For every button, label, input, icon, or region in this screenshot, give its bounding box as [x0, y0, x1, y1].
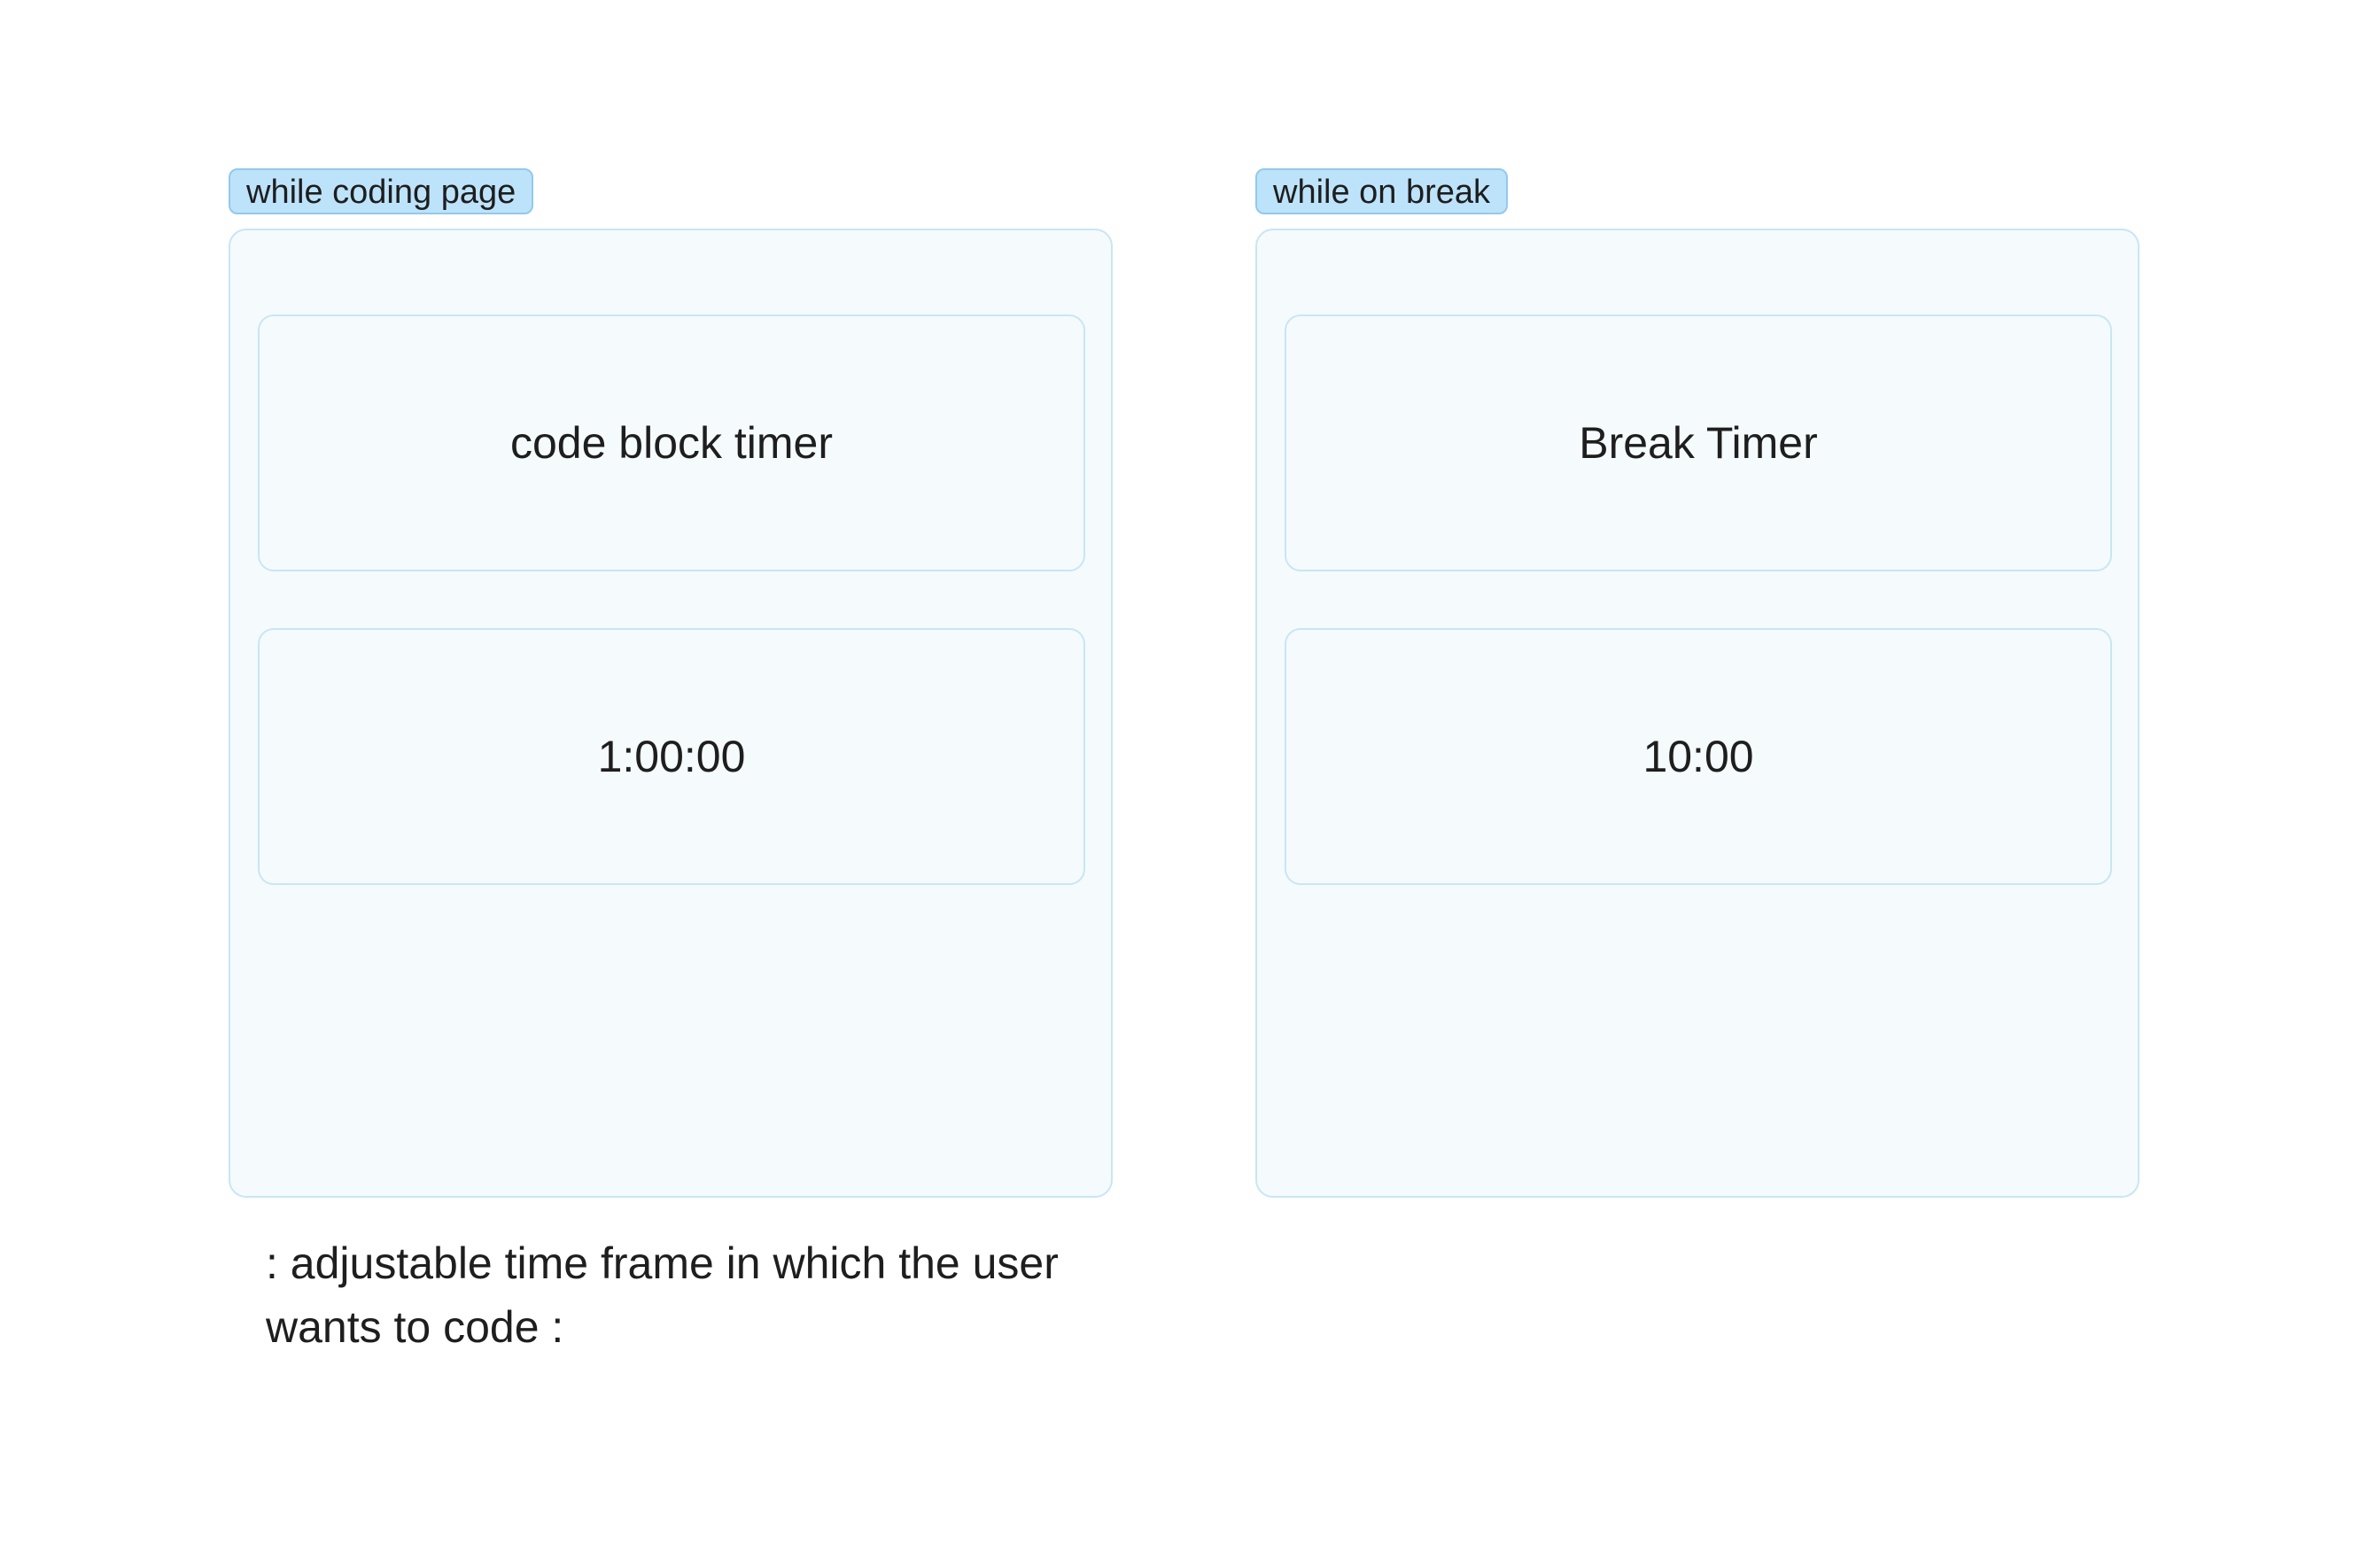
- code-block-timer-title: code block timer: [258, 314, 1085, 571]
- coding-frame-tag[interactable]: while coding page: [229, 168, 534, 214]
- coding-page-frame: code block timer 1:00:00: [229, 229, 1113, 1198]
- break-timer-title: Break Timer: [1285, 314, 2112, 571]
- timer-note: : adjustable time frame in which the use…: [266, 1231, 1134, 1359]
- break-timer-display[interactable]: 10:00: [1285, 628, 2112, 885]
- timer-note-line-1: : adjustable time frame in which the use…: [266, 1238, 1059, 1288]
- timer-note-line-2: wants to code :: [266, 1302, 564, 1352]
- break-page-frame: Break Timer 10:00: [1255, 229, 2139, 1198]
- break-frame-tag[interactable]: while on break: [1255, 168, 1509, 214]
- code-block-timer-display[interactable]: 1:00:00: [258, 628, 1085, 885]
